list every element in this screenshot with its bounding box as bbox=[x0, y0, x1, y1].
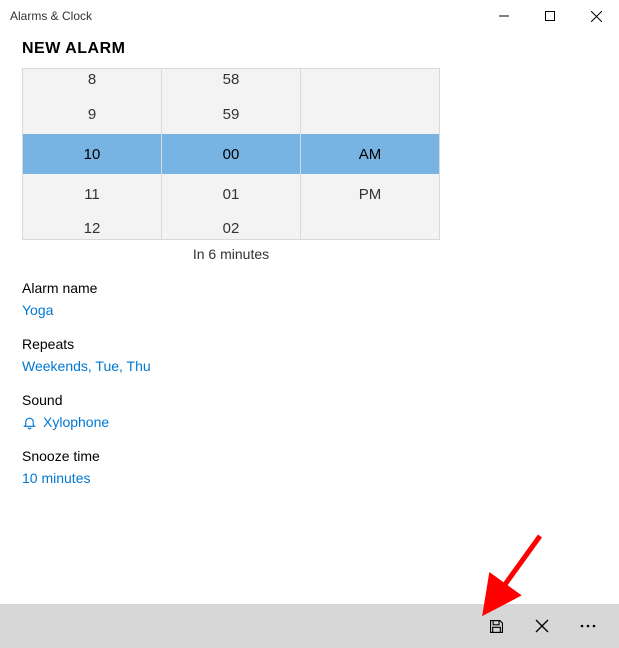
time-hint: In 6 minutes bbox=[22, 246, 440, 262]
sound-value[interactable]: Xylophone bbox=[22, 414, 597, 430]
page-title: NEW ALARM bbox=[0, 32, 619, 68]
hour-cell[interactable]: 8 bbox=[23, 69, 162, 94]
maximize-button[interactable] bbox=[527, 0, 573, 32]
hour-cell[interactable]: 9 bbox=[23, 94, 162, 134]
picker-row[interactable]: 12 02 bbox=[23, 214, 439, 239]
hour-cell[interactable]: 11 bbox=[23, 174, 162, 214]
picker-row[interactable]: 11 01 PM bbox=[23, 174, 439, 214]
period-cell-selected[interactable]: AM bbox=[301, 134, 439, 174]
picker-row[interactable]: 9 59 bbox=[23, 94, 439, 134]
period-cell[interactable] bbox=[301, 69, 439, 94]
close-window-button[interactable] bbox=[573, 0, 619, 32]
alarm-name-field[interactable]: Alarm name Yoga bbox=[22, 280, 597, 318]
minute-cell[interactable]: 02 bbox=[162, 214, 301, 239]
command-bar bbox=[0, 604, 619, 648]
minute-cell[interactable]: 59 bbox=[162, 94, 301, 134]
repeats-label: Repeats bbox=[22, 336, 597, 352]
alarm-name-label: Alarm name bbox=[22, 280, 597, 296]
bell-icon bbox=[22, 415, 37, 430]
window-title: Alarms & Clock bbox=[10, 9, 481, 23]
hour-cell-selected[interactable]: 10 bbox=[23, 134, 162, 174]
snooze-field[interactable]: Snooze time 10 minutes bbox=[22, 448, 597, 486]
minute-cell-selected[interactable]: 00 bbox=[162, 134, 301, 174]
repeats-value[interactable]: Weekends, Tue, Thu bbox=[22, 358, 597, 374]
more-button[interactable] bbox=[565, 604, 611, 648]
picker-row[interactable]: 8 58 bbox=[23, 69, 439, 94]
minute-cell[interactable]: 58 bbox=[162, 69, 301, 94]
alarm-name-value[interactable]: Yoga bbox=[22, 302, 597, 318]
picker-row-selected[interactable]: 10 00 AM bbox=[23, 134, 439, 174]
snooze-label: Snooze time bbox=[22, 448, 597, 464]
minute-cell[interactable]: 01 bbox=[162, 174, 301, 214]
sound-field[interactable]: Sound Xylophone bbox=[22, 392, 597, 430]
save-button[interactable] bbox=[473, 604, 519, 648]
period-cell[interactable]: PM bbox=[301, 174, 439, 214]
hour-cell[interactable]: 12 bbox=[23, 214, 162, 239]
minimize-button[interactable] bbox=[481, 0, 527, 32]
snooze-value[interactable]: 10 minutes bbox=[22, 470, 597, 486]
cancel-button[interactable] bbox=[519, 604, 565, 648]
window-titlebar: Alarms & Clock bbox=[0, 0, 619, 32]
repeats-field[interactable]: Repeats Weekends, Tue, Thu bbox=[22, 336, 597, 374]
period-cell[interactable] bbox=[301, 214, 439, 239]
sound-value-text: Xylophone bbox=[43, 414, 109, 430]
time-picker[interactable]: 8 58 9 59 10 00 AM 11 01 PM 12 02 bbox=[22, 68, 440, 240]
sound-label: Sound bbox=[22, 392, 597, 408]
period-cell[interactable] bbox=[301, 94, 439, 134]
